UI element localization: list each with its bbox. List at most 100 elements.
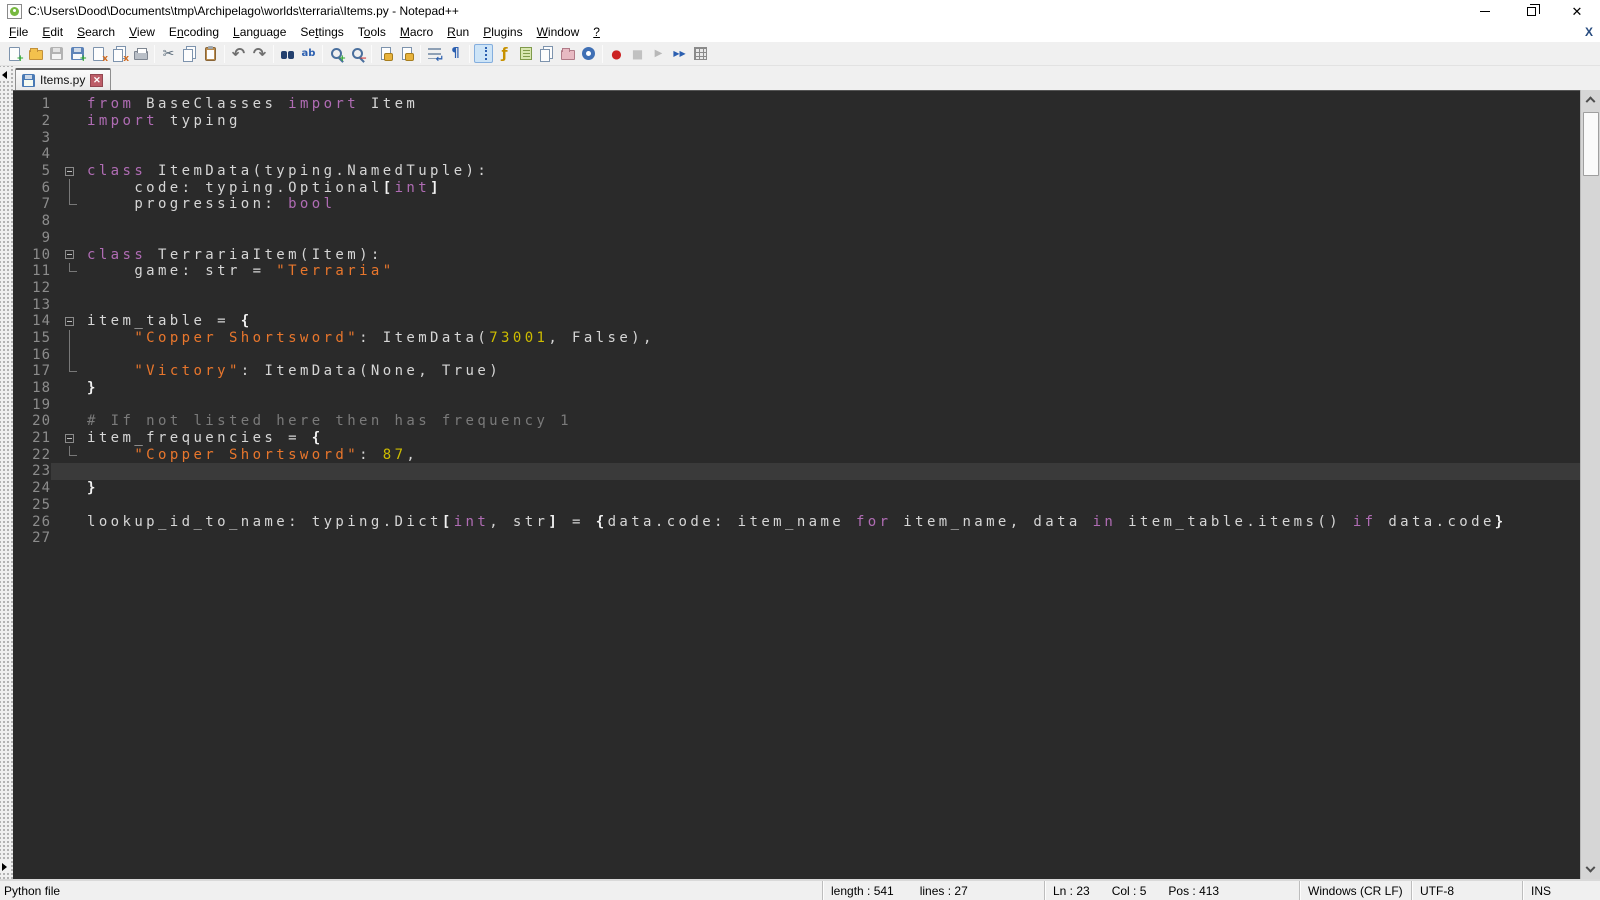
code-line-19[interactable]: 19 (13, 396, 1580, 413)
fold-margin-end[interactable] (51, 363, 87, 380)
tab-close-icon[interactable]: ✕ (90, 74, 103, 87)
menu-view[interactable]: View (122, 23, 162, 41)
code-line-24[interactable]: 24} (13, 480, 1580, 497)
macro-run-multiple-button[interactable]: ▶▶ (670, 44, 689, 63)
document-map-button[interactable] (516, 44, 535, 63)
menu-search[interactable]: Search (70, 23, 122, 41)
code-line-12[interactable]: 12 (13, 280, 1580, 297)
zoom-in-button[interactable] (327, 44, 346, 63)
replace-button[interactable]: ab (299, 44, 318, 63)
fold-collapse-icon[interactable] (65, 167, 74, 176)
menu-language[interactable]: Language (226, 23, 293, 41)
code-line-20[interactable]: 20# If not listed here then has frequenc… (13, 413, 1580, 430)
code-line-18[interactable]: 18} (13, 380, 1580, 397)
code-line-27[interactable]: 27 (13, 530, 1580, 547)
menu-encoding[interactable]: Encoding (162, 23, 226, 41)
close-all-button[interactable] (110, 44, 129, 63)
fold-margin-open[interactable] (51, 313, 87, 330)
close-document-button[interactable]: X (1585, 25, 1593, 39)
fold-margin-end[interactable] (51, 196, 87, 213)
code-line-26[interactable]: 26lookup_id_to_name: typing.Dict[int, st… (13, 513, 1580, 530)
document-list-button[interactable] (537, 44, 556, 63)
dock-splitter-strip[interactable] (0, 66, 13, 879)
code-line-15[interactable]: 15 "Copper Shortsword": ItemData(73001, … (13, 330, 1580, 347)
save-all-button[interactable] (68, 44, 87, 63)
fold-margin-end[interactable] (51, 263, 87, 280)
save-button[interactable] (47, 44, 66, 63)
cut-button[interactable]: ✂ (159, 44, 178, 63)
close-file-button[interactable] (89, 44, 108, 63)
code-line-6[interactable]: 6 code: typing.Optional[int] (13, 179, 1580, 196)
sync-horizontal-scroll-button[interactable] (397, 44, 416, 63)
scroll-up-button[interactable] (1581, 90, 1600, 107)
code-line-1[interactable]: 1from BaseClasses import Item (13, 96, 1580, 113)
undo-button[interactable]: ↶ (229, 44, 248, 63)
code-line-7[interactable]: 7 progression: bool (13, 196, 1580, 213)
status-eol-format[interactable]: Windows (CR LF) (1301, 881, 1411, 900)
dock-collapse-left-icon[interactable] (2, 71, 7, 79)
open-file-button[interactable] (26, 44, 45, 63)
restore-button[interactable] (1508, 0, 1554, 22)
file-monitoring-button[interactable] (579, 44, 598, 63)
code-line-23[interactable]: 23 (13, 463, 1580, 480)
status-encoding[interactable]: UTF-8 (1413, 881, 1522, 900)
code-line-5[interactable]: 5class ItemData(typing.NamedTuple): (13, 163, 1580, 180)
fold-margin-open[interactable] (51, 163, 87, 180)
menu-plugins[interactable]: Plugins (476, 23, 529, 41)
code-line-9[interactable]: 9 (13, 230, 1580, 247)
macro-stop-button[interactable]: ■ (628, 44, 647, 63)
fold-margin-end[interactable] (51, 446, 87, 463)
code-line-22[interactable]: 22 "Copper Shortsword": 87, (13, 446, 1580, 463)
code-line-16[interactable]: 16 (13, 346, 1580, 363)
code-line-2[interactable]: 2import typing (13, 113, 1580, 130)
print-button[interactable] (131, 44, 150, 63)
fold-margin-open[interactable] (51, 246, 87, 263)
folder-as-workspace-button[interactable] (558, 44, 577, 63)
menu-macro[interactable]: Macro (393, 23, 440, 41)
find-button[interactable] (278, 44, 297, 63)
code-line-13[interactable]: 13 (13, 296, 1580, 313)
code-line-8[interactable]: 8 (13, 213, 1580, 230)
code-line-25[interactable]: 25 (13, 497, 1580, 514)
menu-run[interactable]: Run (440, 23, 476, 41)
menu-edit[interactable]: Edit (35, 23, 70, 41)
fold-margin-mid[interactable] (51, 346, 87, 363)
new-file-button[interactable] (5, 44, 24, 63)
copy-button[interactable] (180, 44, 199, 63)
redo-button[interactable]: ↷ (250, 44, 269, 63)
word-wrap-button[interactable] (425, 44, 444, 63)
fold-margin-mid[interactable] (51, 179, 87, 196)
code-line-3[interactable]: 3 (13, 129, 1580, 146)
show-indent-guide-button[interactable] (474, 44, 493, 63)
macro-play-button[interactable]: ▶ (649, 44, 668, 63)
scrollbar-thumb[interactable] (1583, 112, 1599, 176)
close-button[interactable]: ✕ (1554, 0, 1600, 22)
menu-window[interactable]: Window (530, 23, 587, 41)
show-all-characters-button[interactable]: ¶ (446, 44, 465, 63)
sync-vertical-scroll-button[interactable] (376, 44, 395, 63)
menu-tools[interactable]: Tools (351, 23, 393, 41)
code-line-14[interactable]: 14item_table = { (13, 313, 1580, 330)
code-line-10[interactable]: 10class TerrariaItem(Item): (13, 246, 1580, 263)
vertical-scrollbar[interactable] (1580, 90, 1600, 879)
code-line-21[interactable]: 21item_frequencies = { (13, 430, 1580, 447)
macro-save-button[interactable] (691, 44, 710, 63)
dock-collapse-right-icon[interactable] (2, 863, 7, 871)
menu-settings[interactable]: Settings (293, 23, 350, 41)
code-line-11[interactable]: 11 game: str = "Terraria" (13, 263, 1580, 280)
fold-collapse-icon[interactable] (65, 317, 74, 326)
code-line-17[interactable]: 17 "Victory": ItemData(None, True) (13, 363, 1580, 380)
paste-button[interactable] (201, 44, 220, 63)
status-caret-position[interactable]: Ln : 23 Col : 5 Pos : 413 (1046, 881, 1299, 900)
code-line-4[interactable]: 4 (13, 146, 1580, 163)
fold-collapse-icon[interactable] (65, 434, 74, 443)
fold-collapse-icon[interactable] (65, 250, 74, 259)
menu-file[interactable]: File (2, 23, 35, 41)
scroll-down-button[interactable] (1581, 862, 1600, 879)
minimize-button[interactable] (1462, 0, 1508, 22)
fold-margin-mid[interactable] (51, 330, 87, 347)
code-editor[interactable]: 1from BaseClasses import Item2import typ… (13, 90, 1580, 879)
status-typing-mode[interactable]: INS (1524, 881, 1600, 900)
tab-items-py[interactable]: Items.py ✕ (15, 68, 111, 90)
zoom-out-button[interactable] (348, 44, 367, 63)
